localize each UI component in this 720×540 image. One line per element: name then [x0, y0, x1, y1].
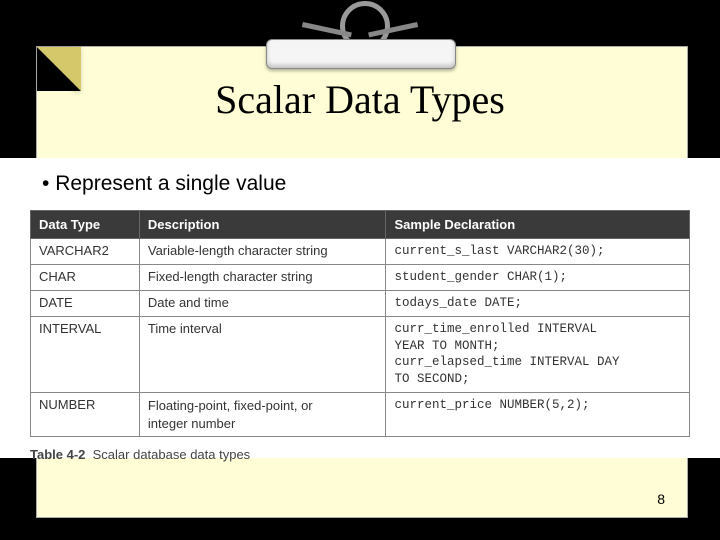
cell-type: VARCHAR2: [31, 239, 140, 265]
page-title: Scalar Data Types: [0, 76, 720, 123]
clipboard-clip: [266, 0, 454, 69]
cell-desc: Variable-length character string: [139, 239, 386, 265]
table-header-row: Data Type Description Sample Declaration: [31, 211, 690, 239]
table-row: NUMBER Floating-point, fixed-point, or i…: [31, 393, 690, 437]
cell-sample: todays_date DATE;: [386, 290, 690, 316]
cell-sample: student_gender CHAR(1);: [386, 264, 690, 290]
cell-sample: curr_time_enrolled INTERVAL YEAR TO MONT…: [386, 316, 690, 393]
col-sample: Sample Declaration: [386, 211, 690, 239]
table-caption: Table 4-2 Scalar database data types: [30, 447, 700, 462]
clip-base: [266, 39, 456, 69]
col-data-type: Data Type: [31, 211, 140, 239]
page-number: 8: [657, 491, 665, 507]
caption-label: Table 4-2: [30, 447, 85, 462]
table-row: DATE Date and time todays_date DATE;: [31, 290, 690, 316]
cell-desc: Floating-point, fixed-point, or integer …: [139, 393, 386, 437]
caption-text: Scalar database data types: [93, 447, 251, 462]
cell-desc: Fixed-length character string: [139, 264, 386, 290]
col-description: Description: [139, 211, 386, 239]
cell-type: NUMBER: [31, 393, 140, 437]
data-types-table: Data Type Description Sample Declaration…: [30, 210, 690, 437]
cell-desc: Time interval: [139, 316, 386, 393]
table-row: VARCHAR2 Variable-length character strin…: [31, 239, 690, 265]
cell-sample: current_price NUMBER(5,2);: [386, 393, 690, 437]
cell-sample: current_s_last VARCHAR2(30);: [386, 239, 690, 265]
table-row: INTERVAL Time interval curr_time_enrolle…: [31, 316, 690, 393]
content-panel: Represent a single value Data Type Descr…: [0, 158, 720, 458]
cell-type: DATE: [31, 290, 140, 316]
table-row: CHAR Fixed-length character string stude…: [31, 264, 690, 290]
bullet-subtitle: Represent a single value: [42, 172, 700, 196]
cell-type: CHAR: [31, 264, 140, 290]
cell-type: INTERVAL: [31, 316, 140, 393]
cell-desc: Date and time: [139, 290, 386, 316]
